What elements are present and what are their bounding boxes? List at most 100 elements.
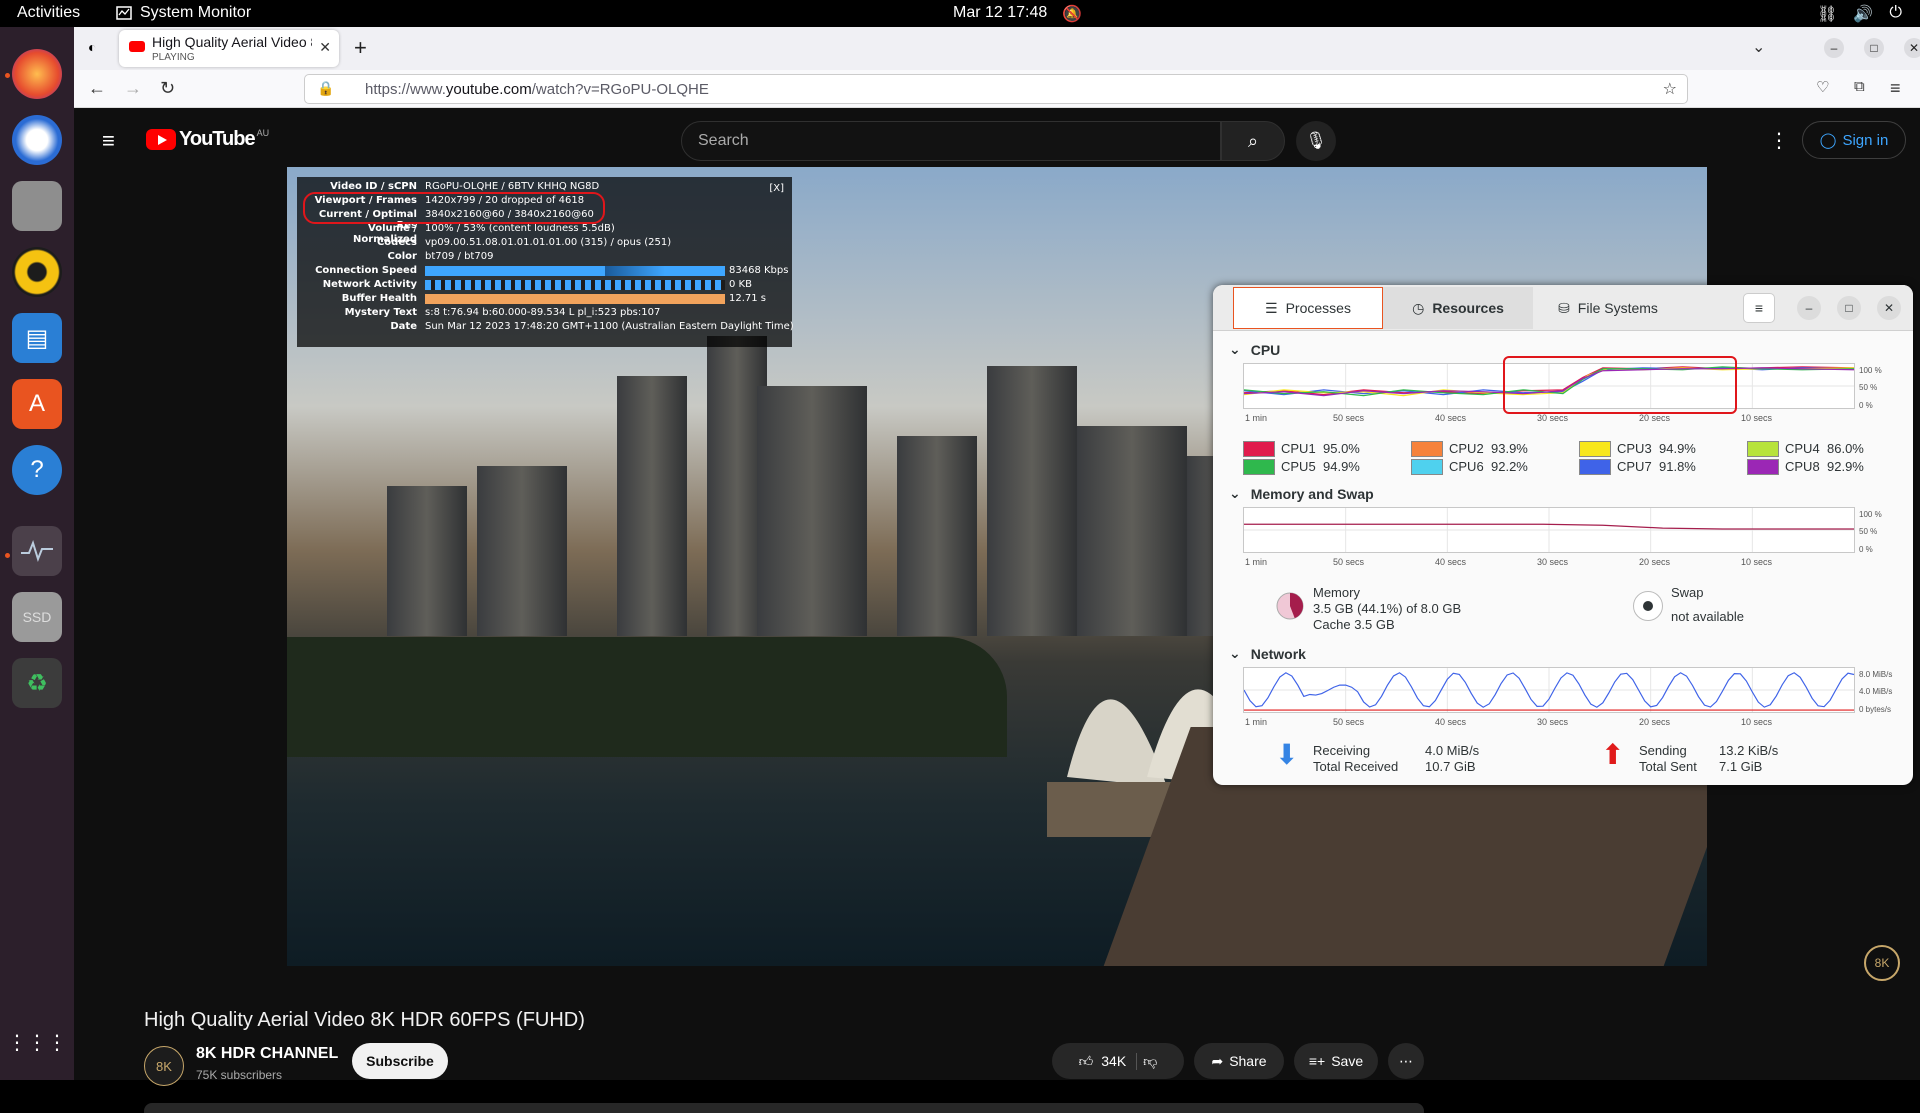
building xyxy=(387,486,467,636)
software-icon[interactable]: A xyxy=(12,379,62,429)
voice-search-button[interactable]: 🎙 xyxy=(1296,121,1336,161)
cpu-section-header[interactable]: ⌄ CPU xyxy=(1229,341,1280,358)
annotation-circle xyxy=(303,192,605,224)
close-tab-icon[interactable]: ✕ xyxy=(319,39,331,56)
cpu-legend-item[interactable]: CPU5 94.9% xyxy=(1243,458,1360,475)
cpu-name: CPU1 xyxy=(1281,441,1316,456)
back-icon[interactable]: ← xyxy=(88,78,106,99)
chevron-down-icon: ⌄ xyxy=(1229,645,1241,661)
app-menu[interactable]: System Monitor xyxy=(116,4,251,22)
tab-resources[interactable]: ◷ Resources xyxy=(1383,287,1533,329)
url-bar[interactable]: 🔒 https://www.youtube.com/watch?v=RGoPU-… xyxy=(304,74,1688,104)
trash-icon[interactable]: ♻ xyxy=(12,658,62,708)
sending-values: 13.2 KiB/s 7.1 GiB xyxy=(1719,743,1779,774)
cpu-usage-value: 95.0% xyxy=(1323,441,1360,456)
show-apps-icon[interactable]: ⋮⋮⋮ xyxy=(7,1017,67,1067)
cpu-legend-item[interactable]: CPU1 95.0% xyxy=(1243,440,1360,457)
files-icon[interactable] xyxy=(12,181,62,231)
share-label: Share xyxy=(1229,1053,1267,1069)
upload-arrow-icon: ⬆ xyxy=(1601,739,1625,770)
forward-icon[interactable]: → xyxy=(124,78,142,99)
youtube-play-icon xyxy=(146,129,176,150)
cpu-legend-item[interactable]: CPU8 92.9% xyxy=(1747,458,1864,475)
pocket-icon[interactable]: ♡ xyxy=(1816,78,1829,96)
youtube-logo[interactable]: YouTube AU xyxy=(146,128,269,151)
lock-icon: 🔒 xyxy=(317,80,335,96)
volume-icon: 🔊 xyxy=(1853,6,1874,23)
tab-youtube[interactable]: High Quality Aerial Video 8K HDR 60FPS (… xyxy=(119,30,339,67)
maximize-icon[interactable]: □ xyxy=(1837,296,1861,320)
building xyxy=(617,376,687,636)
cpu-color-swatch[interactable] xyxy=(1747,458,1779,475)
close-icon[interactable]: ✕ xyxy=(1877,296,1901,320)
memory-section-header[interactable]: ⌄ Memory and Swap xyxy=(1229,485,1374,502)
cpu-color-swatch[interactable] xyxy=(1243,458,1275,475)
new-tab-icon[interactable]: + xyxy=(354,35,367,61)
minimize-icon[interactable]: – xyxy=(1797,296,1821,320)
tab-processes[interactable]: ☰ Processes xyxy=(1233,287,1383,329)
bookmark-star-icon[interactable]: ☆ xyxy=(1663,79,1677,99)
cpu-color-swatch[interactable] xyxy=(1411,458,1443,475)
close-stats-button[interactable]: [X] xyxy=(769,183,784,194)
cpu-usage-value: 86.0% xyxy=(1827,441,1864,456)
minimize-icon[interactable]: – xyxy=(1824,38,1844,58)
cpu-legend-item[interactable]: CPU7 91.8% xyxy=(1579,458,1696,475)
more-options-icon[interactable]: ⋮ xyxy=(1769,128,1789,153)
hamburger-menu-icon[interactable]: ≡ xyxy=(102,128,115,154)
channel-avatar[interactable]: 8K xyxy=(144,1046,184,1086)
sign-in-label: Sign in xyxy=(1842,131,1889,149)
activities-button[interactable]: Activities xyxy=(17,4,80,22)
cpu-color-swatch[interactable] xyxy=(1747,440,1779,457)
cpu-legend-item[interactable]: CPU3 94.9% xyxy=(1579,440,1696,457)
help-icon[interactable]: ? xyxy=(12,445,62,495)
extensions-icon[interactable]: ⧉ xyxy=(1854,78,1865,95)
channel-name[interactable]: 8K HDR CHANNEL xyxy=(196,1045,338,1063)
like-dislike-group: 👍︎ 34K 👎︎ xyxy=(1052,1043,1184,1079)
more-icon: ⋯ xyxy=(1399,1052,1413,1069)
sign-in-button[interactable]: ◯ Sign in xyxy=(1802,121,1906,159)
app-menu-icon[interactable]: ≡ xyxy=(1890,78,1901,99)
tab-status: PLAYING xyxy=(152,52,195,63)
cpu-name: CPU2 xyxy=(1449,441,1484,456)
rhythmbox-icon[interactable] xyxy=(12,247,62,297)
search-button[interactable]: ⌕ xyxy=(1221,121,1285,161)
system-tray[interactable]: ⛓ 🔊 ⏻ xyxy=(1817,4,1902,24)
dislike-button[interactable]: 👎︎ xyxy=(1143,1053,1157,1070)
cpu-legend-item[interactable]: CPU6 92.2% xyxy=(1411,458,1528,475)
share-button[interactable]: ➦ Share xyxy=(1194,1043,1284,1079)
description-box[interactable] xyxy=(144,1103,1424,1113)
cpu-legend-item[interactable]: CPU2 93.9% xyxy=(1411,440,1528,457)
dock: ▤ A ? SSD ♻ ⋮⋮⋮ xyxy=(0,27,74,1080)
cpu-color-swatch[interactable] xyxy=(1243,440,1275,457)
cpu-color-swatch[interactable] xyxy=(1579,440,1611,457)
firefox-icon[interactable] xyxy=(12,49,62,99)
firefox-view-icon[interactable]: ◐ xyxy=(88,39,96,55)
reload-icon[interactable]: ↻ xyxy=(160,78,175,99)
close-window-icon[interactable]: ✕ xyxy=(1904,38,1920,58)
thunderbird-icon[interactable] xyxy=(12,115,62,165)
maximize-icon[interactable]: □ xyxy=(1864,38,1884,58)
save-button[interactable]: ≡+ Save xyxy=(1294,1043,1378,1079)
subscribe-button[interactable]: Subscribe xyxy=(352,1043,448,1079)
cpu-color-swatch[interactable] xyxy=(1411,440,1443,457)
header-bar: ☰ Processes ◷ Resources ⛁ File Systems ≡ – … xyxy=(1213,285,1913,331)
main-menu-button[interactable]: ≡ xyxy=(1743,293,1775,323)
share-icon: ➦ xyxy=(1211,1052,1224,1069)
network-section-header[interactable]: ⌄ Network xyxy=(1229,645,1306,662)
network-icon: ⛓ xyxy=(1817,6,1838,23)
running-indicator xyxy=(5,553,10,558)
ssd-icon[interactable]: SSD xyxy=(12,592,62,642)
writer-icon[interactable]: ▤ xyxy=(12,313,62,363)
channel-watermark[interactable]: 8K xyxy=(1864,945,1900,981)
search-input[interactable]: Search xyxy=(681,121,1221,161)
download-arrow-icon: ⬇ xyxy=(1275,739,1299,770)
system-monitor-dock-icon[interactable] xyxy=(12,526,62,576)
cpu-color-swatch[interactable] xyxy=(1579,458,1611,475)
cpu-legend-item[interactable]: CPU4 86.0% xyxy=(1747,440,1864,457)
like-button[interactable]: 👍︎ 34K xyxy=(1079,1052,1138,1070)
cpu-usage-value: 92.9% xyxy=(1827,459,1864,474)
list-tabs-chevron-icon[interactable]: ⌄ xyxy=(1752,37,1765,57)
more-actions-button[interactable]: ⋯ xyxy=(1388,1043,1424,1079)
tab-file-systems[interactable]: ⛁ File Systems xyxy=(1533,287,1683,329)
clock[interactable]: Mar 12 17:48 xyxy=(953,4,1047,22)
